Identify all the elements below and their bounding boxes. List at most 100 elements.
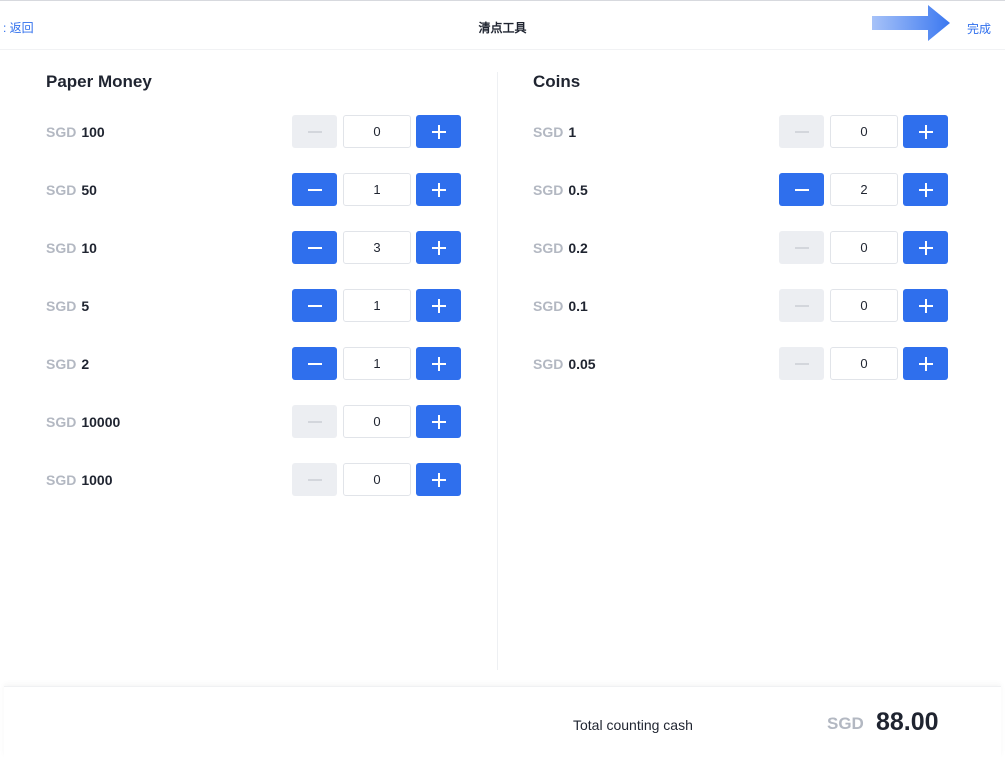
quantity-field[interactable]: 0 [830, 289, 898, 322]
minus-icon [794, 246, 809, 249]
currency-code: SGD [46, 356, 77, 372]
minus-icon [794, 188, 809, 191]
total-bar: Total counting cash SGD 88.00 [4, 686, 1001, 757]
denomination-value: 5 [81, 298, 90, 314]
denomination-label: SGD 0.2 [533, 240, 588, 256]
decrement-button[interactable] [779, 115, 824, 148]
coins-title: Coins [533, 72, 581, 91]
quantity-stepper: 0 [779, 231, 948, 265]
increment-button[interactable] [416, 115, 461, 148]
minus-icon [794, 130, 809, 133]
denomination-label: SGD 10000 [46, 414, 120, 430]
quantity-field[interactable]: 0 [830, 115, 898, 148]
currency-code: SGD [46, 472, 77, 488]
minus-icon [307, 188, 322, 191]
decrement-button[interactable] [292, 115, 337, 148]
plus-icon [918, 356, 933, 371]
minus-icon [307, 420, 322, 423]
minus-icon [307, 304, 322, 307]
coins-list: SGD 1 0 SGD 0.5 2 SGD 0.2 0 SGD 0.1 0 SGD 0.05 0 [533, 115, 949, 405]
denomination-value: 1000 [81, 472, 113, 488]
decrement-button[interactable] [779, 173, 824, 206]
quantity-stepper: 3 [292, 231, 461, 265]
denomination-row: SGD 5 1 [46, 289, 462, 323]
quantity-stepper: 0 [292, 115, 461, 149]
decrement-button[interactable] [292, 405, 337, 438]
denomination-label: SGD 50 [46, 182, 97, 198]
denomination-value: 10000 [81, 414, 121, 430]
denomination-label: SGD 1 [533, 124, 576, 140]
quantity-field[interactable]: 0 [343, 405, 411, 438]
denomination-row: SGD 0.5 2 [533, 173, 949, 207]
increment-button[interactable] [903, 231, 948, 264]
decrement-button[interactable] [779, 231, 824, 264]
quantity-stepper: 2 [779, 173, 948, 207]
denomination-value: 10 [81, 240, 97, 256]
quantity-field[interactable]: 0 [343, 115, 411, 148]
quantity-field[interactable]: 1 [343, 289, 411, 322]
total-currency: SGD [827, 714, 864, 733]
increment-button[interactable] [416, 289, 461, 322]
plus-icon [431, 124, 446, 139]
decrement-button[interactable] [292, 231, 337, 264]
minus-icon [307, 362, 322, 365]
decrement-button[interactable] [292, 347, 337, 380]
plus-icon [431, 298, 446, 313]
quantity-field[interactable]: 3 [343, 231, 411, 264]
denomination-row: SGD 2 1 [46, 347, 462, 381]
quantity-field[interactable]: 2 [830, 173, 898, 206]
paper-money-title: Paper Money [46, 72, 152, 91]
quantity-field[interactable]: 0 [830, 347, 898, 380]
increment-button[interactable] [903, 115, 948, 148]
denomination-label: SGD 0.05 [533, 356, 596, 372]
quantity-stepper: 1 [292, 173, 461, 207]
decrement-button[interactable] [292, 289, 337, 322]
denomination-row: SGD 10000 0 [46, 405, 462, 439]
minus-icon [794, 362, 809, 365]
denomination-label: SGD 2 [46, 356, 89, 372]
currency-code: SGD [46, 298, 77, 314]
denomination-row: SGD 0.2 0 [533, 231, 949, 265]
denomination-row: SGD 0.05 0 [533, 347, 949, 381]
denomination-value: 1 [568, 124, 577, 140]
currency-code: SGD [533, 124, 564, 140]
quantity-field[interactable]: 1 [343, 347, 411, 380]
denomination-label: SGD 0.1 [533, 298, 588, 314]
quantity-field[interactable]: 0 [830, 231, 898, 264]
currency-code: SGD [533, 182, 564, 198]
quantity-field[interactable]: 0 [343, 463, 411, 496]
quantity-stepper: 1 [292, 347, 461, 381]
denomination-label: SGD 100 [46, 124, 105, 140]
denomination-value: 0.5 [568, 182, 588, 198]
currency-code: SGD [46, 182, 77, 198]
decrement-button[interactable] [292, 173, 337, 206]
quantity-stepper: 0 [292, 405, 461, 439]
denomination-row: SGD 10 3 [46, 231, 462, 265]
done-button[interactable]: 完成 [967, 22, 991, 36]
denomination-value: 50 [81, 182, 97, 198]
denomination-row: SGD 100 0 [46, 115, 462, 149]
increment-button[interactable] [416, 347, 461, 380]
decrement-button[interactable] [292, 463, 337, 496]
increment-button[interactable] [903, 173, 948, 206]
column-divider [497, 72, 498, 670]
denomination-value: 100 [81, 124, 105, 140]
decrement-button[interactable] [779, 347, 824, 380]
denomination-label: SGD 5 [46, 298, 89, 314]
denomination-row: SGD 1000 0 [46, 463, 462, 497]
plus-icon [918, 182, 933, 197]
plus-icon [431, 240, 446, 255]
quantity-field[interactable]: 1 [343, 173, 411, 206]
denomination-value: 2 [81, 356, 90, 372]
increment-button[interactable] [416, 173, 461, 206]
denomination-label: SGD 1000 [46, 472, 113, 488]
top-bar: : 返回 清点工具 完成 [0, 1, 1005, 50]
increment-button[interactable] [416, 463, 461, 496]
minus-icon [794, 304, 809, 307]
increment-button[interactable] [903, 347, 948, 380]
minus-icon [307, 246, 322, 249]
decrement-button[interactable] [779, 289, 824, 322]
increment-button[interactable] [416, 231, 461, 264]
increment-button[interactable] [903, 289, 948, 322]
increment-button[interactable] [416, 405, 461, 438]
